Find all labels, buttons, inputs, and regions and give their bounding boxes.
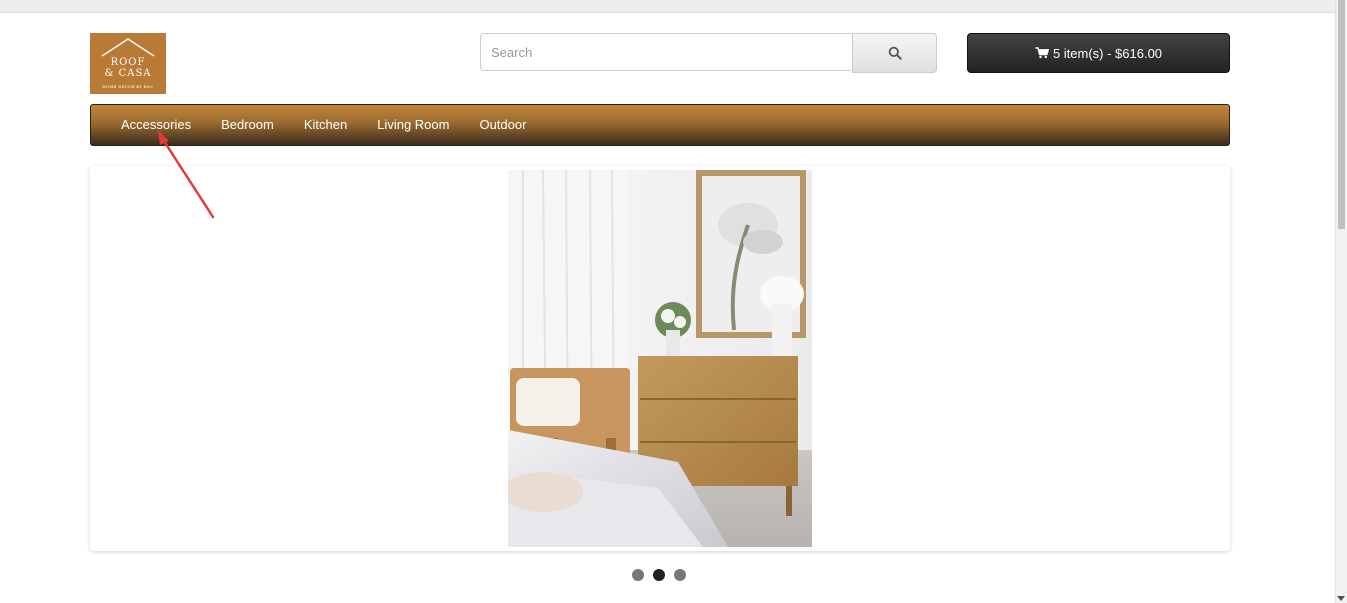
- slider-dot-3[interactable]: [674, 569, 686, 581]
- cart-button[interactable]: 5 item(s) - $616.00: [967, 33, 1230, 73]
- slider-pagination: [632, 569, 692, 581]
- slider-dot-1[interactable]: [632, 569, 644, 581]
- logo-tagline: HOME DECOR BY R&C: [102, 84, 154, 89]
- nav-item-kitchen[interactable]: Kitchen: [289, 105, 362, 145]
- logo-line-1: ROOF: [110, 57, 146, 68]
- search-input[interactable]: [481, 34, 851, 70]
- search-icon: [888, 46, 902, 60]
- slider-dot-2[interactable]: [653, 569, 665, 581]
- site-logo[interactable]: ROOF & CASA HOME DECOR BY R&C: [90, 33, 166, 94]
- roof-icon: [101, 38, 155, 57]
- cart-summary-label: 5 item(s) - $616.00: [1052, 45, 1163, 61]
- browser-top-strip: [0, 0, 1336, 13]
- nav-item-accessories[interactable]: Accessories: [106, 105, 206, 145]
- slide-image-bedroom[interactable]: [508, 170, 812, 547]
- logo-line-2: & CASA: [104, 68, 152, 79]
- hero-slider: [90, 166, 1230, 551]
- nav-item-living-room[interactable]: Living Room: [362, 105, 464, 145]
- scroll-down-arrow-icon[interactable]: [1337, 596, 1345, 601]
- nav-item-bedroom[interactable]: Bedroom: [206, 105, 289, 145]
- bedroom-photo: [508, 170, 812, 547]
- vertical-scrollbar[interactable]: [1335, 0, 1347, 603]
- search-box: [480, 33, 851, 71]
- category-navbar: Accessories Bedroom Kitchen Living Room …: [90, 104, 1230, 146]
- nav-item-outdoor[interactable]: Outdoor: [464, 105, 541, 145]
- scrollbar-thumb[interactable]: [1338, 0, 1345, 229]
- search-button[interactable]: [852, 33, 937, 73]
- cart-icon: [1035, 47, 1049, 59]
